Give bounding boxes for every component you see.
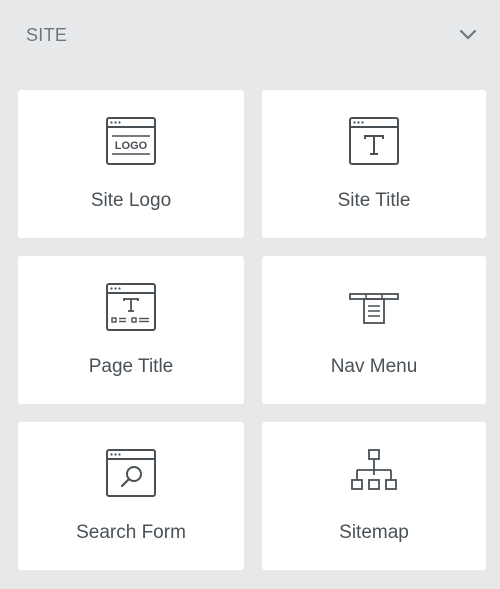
nav-menu-icon — [348, 282, 400, 334]
widget-label: Sitemap — [339, 522, 409, 543]
widget-grid: LOGO Site Logo Site Title Page Title Nav… — [18, 90, 486, 570]
widget-search-form[interactable]: Search Form — [18, 422, 244, 570]
site-title-icon — [348, 116, 400, 168]
search-form-icon — [105, 448, 157, 500]
widget-nav-menu[interactable]: Nav Menu — [262, 256, 486, 404]
widget-label: Page Title — [88, 356, 174, 377]
widget-sitemap[interactable]: Sitemap — [262, 422, 486, 570]
site-logo-icon: LOGO — [105, 116, 157, 168]
widget-label: Nav Menu — [330, 356, 418, 377]
widget-label: Site Logo — [90, 190, 172, 211]
page-title-icon — [105, 282, 157, 334]
sitemap-icon — [348, 448, 400, 500]
widget-label: Search Form — [76, 522, 186, 543]
widget-page-title[interactable]: Page Title — [18, 256, 244, 404]
widget-label: Site Title — [337, 190, 411, 211]
chevron-down-icon[interactable] — [458, 28, 478, 42]
logo-text: LOGO — [115, 140, 148, 152]
widget-site-logo[interactable]: LOGO Site Logo — [18, 90, 244, 238]
section-title: SITE — [26, 25, 68, 45]
section-header-site[interactable]: SITE — [0, 0, 500, 70]
widget-site-title[interactable]: Site Title — [262, 90, 486, 238]
